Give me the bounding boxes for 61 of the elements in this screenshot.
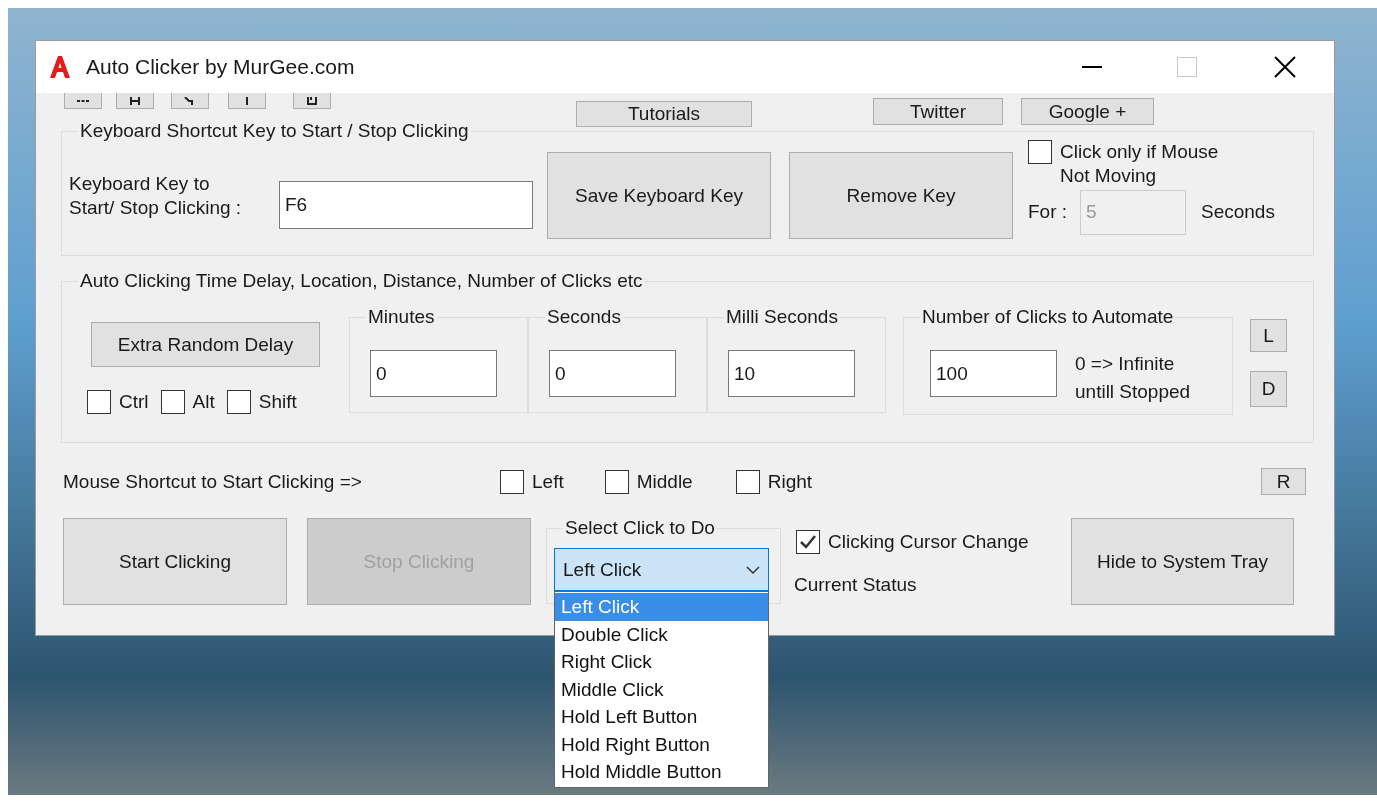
cup-icon (306, 96, 318, 105)
toolbar-button[interactable] (228, 93, 266, 109)
input-field[interactable]: 0 (549, 350, 676, 397)
checkbox-label: Clicking Cursor Change (828, 530, 1029, 554)
remove-key-button[interactable]: Remove Key (789, 152, 1013, 239)
dropdown-field[interactable]: Left Click (554, 548, 769, 591)
dashes-icon (77, 98, 89, 103)
reset-button[interactable]: R (1261, 468, 1306, 495)
input-field[interactable]: F6 (279, 181, 533, 229)
checkbox[interactable] (796, 530, 820, 554)
checkbox[interactable] (604, 469, 629, 494)
app-logo-icon (48, 55, 72, 79)
checkbox[interactable] (226, 390, 251, 414)
bracket-icon (129, 96, 141, 105)
status-label: Current Status (794, 573, 918, 597)
checkbox-label: Ctrl (119, 390, 149, 414)
checkmark-icon (799, 534, 817, 550)
checkbox[interactable] (1028, 140, 1052, 164)
extra-random-delay-button[interactable]: Extra Random Delay (91, 322, 320, 367)
checkbox-label: Middle (636, 469, 693, 494)
checkbox[interactable] (160, 390, 185, 414)
checkbox-label: Right (767, 469, 813, 494)
checkbox-label: Shift (258, 390, 297, 414)
link-button[interactable]: Twitter (873, 98, 1003, 125)
checkbox[interactable] (87, 390, 111, 414)
hint-text: 0 => Infinite untill Stopped (1075, 352, 1191, 404)
dropdown-option[interactable]: Hold Left Button (555, 703, 768, 731)
bar-icon (245, 96, 249, 105)
field-label: Mouse Shortcut to Start Clicking => (63, 469, 363, 494)
input-field[interactable]: 0 (370, 350, 497, 397)
checkbox-label: Click only if Mouse Not Moving (1060, 140, 1219, 188)
toolbar-button[interactable] (171, 93, 209, 109)
toolbar-button[interactable] (293, 93, 331, 109)
save-keyboard-key-button[interactable]: Save Keyboard Key (547, 152, 771, 239)
window-title: Auto Clicker by MurGee.com (86, 54, 355, 81)
side-button[interactable]: D (1250, 371, 1287, 407)
side-button[interactable]: L (1250, 319, 1287, 352)
chevron-down-icon (746, 565, 760, 574)
input-field[interactable]: 100 (930, 350, 1057, 397)
input-field[interactable]: 10 (728, 350, 855, 397)
hide-to-system-tray-button[interactable]: Hide to System Tray (1071, 518, 1294, 605)
maximize-icon (1177, 57, 1197, 77)
field-label: Keyboard Key to Start/ Stop Clicking : (69, 172, 243, 220)
checkbox[interactable] (500, 469, 524, 494)
dropdown-option[interactable]: Right Click (555, 648, 768, 676)
dropdown-option[interactable]: Double Click (555, 620, 768, 649)
toolbar-button[interactable] (64, 93, 102, 109)
close-icon[interactable] (1274, 56, 1296, 78)
link-button[interactable]: Google + (1021, 98, 1154, 125)
dropdown-option[interactable]: Hold Right Button (555, 730, 768, 759)
field-label: For : (1028, 200, 1069, 224)
hook-icon (184, 96, 196, 105)
dropdown-option[interactable]: Hold Middle Button (555, 758, 768, 787)
checkbox[interactable] (735, 469, 760, 494)
toolbar-button[interactable] (116, 93, 154, 109)
link-button[interactable]: Tutorials (576, 101, 752, 127)
dropdown-option[interactable]: Middle Click (555, 675, 768, 704)
start-clicking-button[interactable]: Start Clicking (63, 518, 287, 605)
checkbox-label: Alt (192, 390, 215, 414)
field-label: Seconds (1201, 200, 1275, 224)
checkbox-label: Left (532, 469, 564, 494)
